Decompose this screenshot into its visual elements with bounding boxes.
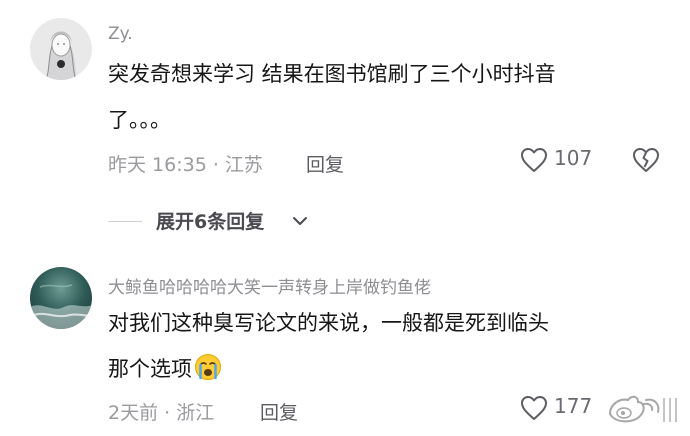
divider <box>108 221 142 222</box>
comment-time-location: 2天前 · 浙江 <box>108 402 215 424</box>
comment-text-line: 那个选项 <box>108 349 668 389</box>
heart-outline-icon <box>521 148 547 172</box>
comment-author[interactable]: Zy. <box>108 24 133 44</box>
heart-outline-icon <box>521 396 547 420</box>
comment-meta: 昨天 16:35 · 江苏 回复 <box>108 150 344 177</box>
weibo-watermark <box>602 390 686 430</box>
comment-time-location: 昨天 16:35 · 江苏 <box>108 154 263 176</box>
reply-button[interactable]: 回复 <box>260 398 298 425</box>
crying-face-emoji <box>195 354 221 380</box>
comment-meta: 2天前 · 浙江 回复 <box>108 398 298 425</box>
expand-replies-label: 展开6条回复 <box>156 211 265 233</box>
comment-text-fragment: 那个选项 <box>108 357 192 381</box>
broken-heart-icon <box>633 148 659 172</box>
like-count: 177 <box>554 394 593 418</box>
avatar[interactable] <box>30 267 92 329</box>
chevron-down-icon <box>293 217 307 225</box>
like-button[interactable]: 177 <box>520 394 600 424</box>
reply-button[interactable]: 回复 <box>306 150 344 177</box>
comment-item: Zy. 突发奇想来学习 结果在图书馆刷了三个小时抖音 了。。。 昨天 16:35… <box>0 0 690 200</box>
like-count: 107 <box>554 146 593 170</box>
comment-text-line: 对我们这种臭写论文的来说，一般都是死到临头 <box>108 311 549 335</box>
comment-author[interactable]: 大鲸鱼哈哈哈哈大笑一声转身上岸做钓鱼佬 <box>108 273 431 298</box>
comment-text-line: 突发奇想来学习 结果在图书馆刷了三个小时抖音 <box>108 62 556 86</box>
comment-text-line: 了。。。 <box>108 108 171 132</box>
dislike-button[interactable] <box>632 147 662 177</box>
avatar[interactable] <box>30 18 92 80</box>
comment-item: 大鲸鱼哈哈哈哈大笑一声转身上岸做钓鱼佬 对我们这种臭写论文的来说，一般都是死到临… <box>0 250 690 436</box>
like-button[interactable]: 107 <box>520 146 600 176</box>
